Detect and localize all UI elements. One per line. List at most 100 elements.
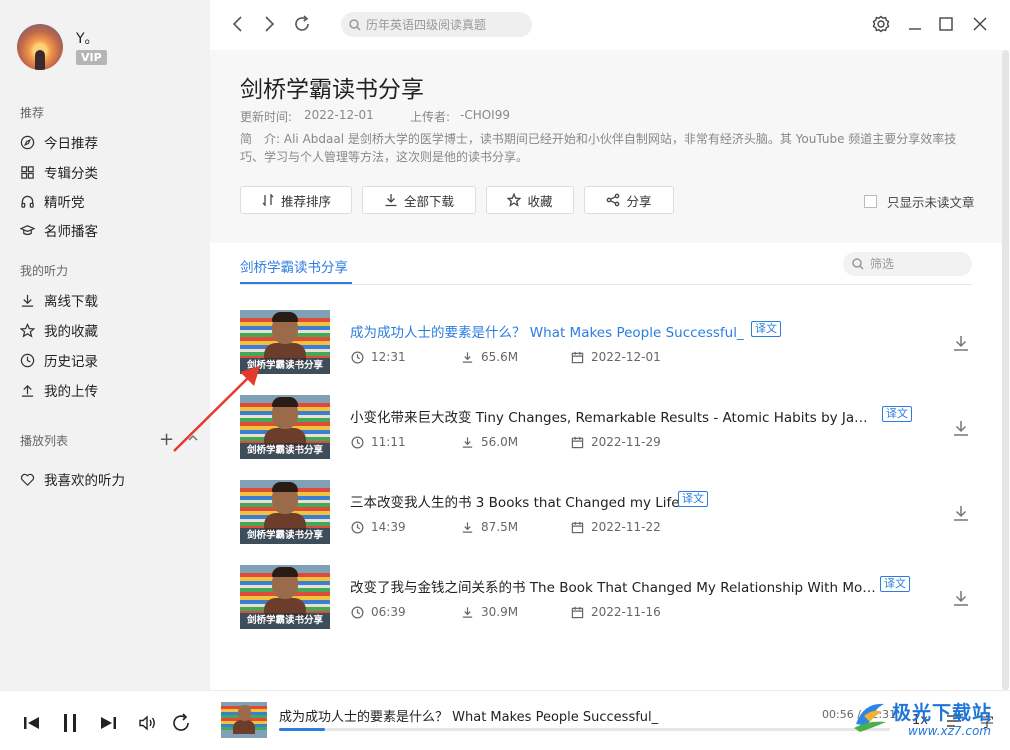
episode-size: 87.5M	[461, 520, 518, 534]
episode-size: 30.9M	[461, 605, 518, 619]
playlist-button[interactable]	[945, 712, 963, 730]
speed-button[interactable]: 1x	[912, 713, 928, 728]
minimize-icon	[909, 28, 921, 30]
sort-button[interactable]: 推荐排序	[240, 186, 352, 214]
search-icon	[349, 18, 361, 31]
share-button[interactable]: 分享	[584, 186, 674, 214]
download-icon	[462, 351, 473, 363]
total-time: 12:31	[864, 708, 897, 721]
sidebar-item-favorites[interactable]: 我的收藏	[20, 319, 98, 341]
forward-button[interactable]	[259, 14, 279, 34]
gear-icon	[872, 15, 890, 33]
clock-icon	[351, 436, 364, 448]
next-button[interactable]	[96, 711, 120, 735]
sidebar-item-intensive[interactable]: 精听党	[20, 190, 85, 212]
unread-only-checkbox[interactable]	[864, 195, 877, 208]
sidebar-item-history[interactable]: 历史记录	[20, 349, 98, 371]
episode-title[interactable]: 小变化带来巨大改变 Tiny Changes, Remarkable Resul…	[350, 406, 870, 426]
episode-row[interactable]: 剑桥学霸读书分享 小变化带来巨大改变 Tiny Changes, Remarka…	[240, 395, 975, 459]
unread-filter[interactable]: 只显示未读文章	[864, 192, 975, 211]
episode-duration: 11:11	[351, 435, 406, 449]
sidebar-item-categories[interactable]: 专辑分类	[20, 161, 98, 183]
chevron-right-icon	[265, 16, 275, 32]
sidebar-item-label: 离线下载	[44, 294, 98, 310]
sidebar-item-label: 今日推荐	[44, 136, 98, 152]
pause-button[interactable]	[58, 711, 82, 735]
skip-previous-icon	[24, 717, 39, 729]
episode-download-button[interactable]	[951, 418, 971, 438]
episode-size: 56.0M	[461, 435, 518, 449]
episode-title[interactable]: 成为成功人士的要素是什么？ What Makes People Successf…	[350, 321, 744, 341]
calendar-icon	[571, 606, 584, 618]
episode-title[interactable]: 改变了我与金钱之间关系的书 The Book That Changed My R…	[350, 576, 880, 596]
translation-badge[interactable]: 译文	[751, 321, 781, 337]
filter-box[interactable]	[843, 252, 972, 276]
username[interactable]: Y。	[76, 28, 99, 48]
repeat-button[interactable]	[169, 711, 193, 735]
repeat-icon	[173, 713, 189, 731]
back-button[interactable]	[228, 14, 248, 34]
calendar-icon	[571, 351, 584, 363]
thumbnail-caption: 剑桥学霸读书分享	[240, 613, 330, 629]
volume-button[interactable]	[136, 711, 160, 735]
share-icon	[607, 193, 620, 207]
scrollbar[interactable]	[1002, 50, 1009, 690]
download-icon	[954, 421, 968, 436]
sidebar-item-uploads[interactable]: 我的上传	[20, 379, 98, 401]
download-icon	[462, 436, 473, 448]
translation-badge[interactable]: 译文	[880, 576, 910, 592]
search-input[interactable]	[366, 17, 526, 32]
download-icon	[954, 591, 968, 606]
close-button[interactable]	[970, 14, 990, 34]
episode-thumbnail[interactable]: 剑桥学霸读书分享	[240, 480, 330, 544]
avatar[interactable]	[17, 24, 63, 70]
episode-duration: 14:39	[351, 520, 406, 534]
minimize-button[interactable]	[905, 14, 925, 34]
sidebar-item-liked[interactable]: 我喜欢的听力	[20, 468, 125, 490]
sidebar-item-label: 名师播客	[44, 224, 98, 240]
sidebar-item-label: 历史记录	[44, 354, 98, 370]
calendar-icon	[571, 436, 584, 448]
sort-icon	[262, 193, 274, 207]
description-label: 简 介:	[240, 132, 281, 146]
maximize-button[interactable]	[936, 14, 956, 34]
episode-row[interactable]: 剑桥学霸读书分享 成为成功人士的要素是什么？ What Makes People…	[240, 310, 975, 374]
uploader-label: 上传者:	[410, 110, 451, 124]
download-icon	[385, 194, 397, 207]
settings-button[interactable]	[871, 14, 891, 34]
favorite-button[interactable]: 收藏	[486, 186, 574, 214]
episode-duration: 06:39	[351, 605, 406, 619]
episode-title[interactable]: 三本改变我人生的书 3 Books that Changed my Life	[350, 491, 680, 511]
episode-download-button[interactable]	[951, 588, 971, 608]
section-title-recommend: 推荐	[20, 106, 45, 120]
download-icon	[462, 521, 473, 533]
filter-input[interactable]	[870, 257, 970, 271]
sidebar-item-podcasts[interactable]: 名师播客	[20, 219, 98, 241]
search-box[interactable]	[341, 12, 532, 37]
sidebar-item-today[interactable]: 今日推荐	[20, 131, 98, 153]
episode-date: 2022-12-01	[571, 350, 661, 364]
pause-icon	[64, 714, 76, 732]
download-all-label: 全部下载	[403, 193, 454, 209]
episode-download-button[interactable]	[951, 503, 971, 523]
sidebar-item-offline[interactable]: 离线下载	[20, 289, 98, 311]
translation-badge[interactable]: 译文	[882, 406, 912, 422]
progress-bar[interactable]	[279, 728, 890, 731]
tab-album[interactable]: 剑桥学霸读书分享	[240, 256, 348, 276]
refresh-icon	[295, 15, 309, 31]
download-all-button[interactable]: 全部下载	[362, 186, 476, 214]
now-playing-thumbnail[interactable]	[221, 702, 267, 738]
skip-next-icon	[101, 717, 116, 729]
download-icon	[462, 606, 473, 618]
maximize-icon	[939, 17, 953, 31]
episode-thumbnail[interactable]: 剑桥学霸读书分享	[240, 565, 330, 629]
episode-row[interactable]: 剑桥学霸读书分享 改变了我与金钱之间关系的书 The Book That Cha…	[240, 565, 975, 629]
episode-row[interactable]: 剑桥学霸读书分享 三本改变我人生的书 3 Books that Changed …	[240, 480, 975, 544]
lyrics-button[interactable]: 字	[980, 712, 994, 732]
episode-download-button[interactable]	[951, 333, 971, 353]
favorite-label: 收藏	[527, 193, 553, 209]
previous-button[interactable]	[20, 711, 44, 735]
refresh-button[interactable]	[292, 14, 312, 34]
uploader-name[interactable]: -CHOI99	[460, 108, 510, 122]
translation-badge[interactable]: 译文	[678, 491, 708, 507]
